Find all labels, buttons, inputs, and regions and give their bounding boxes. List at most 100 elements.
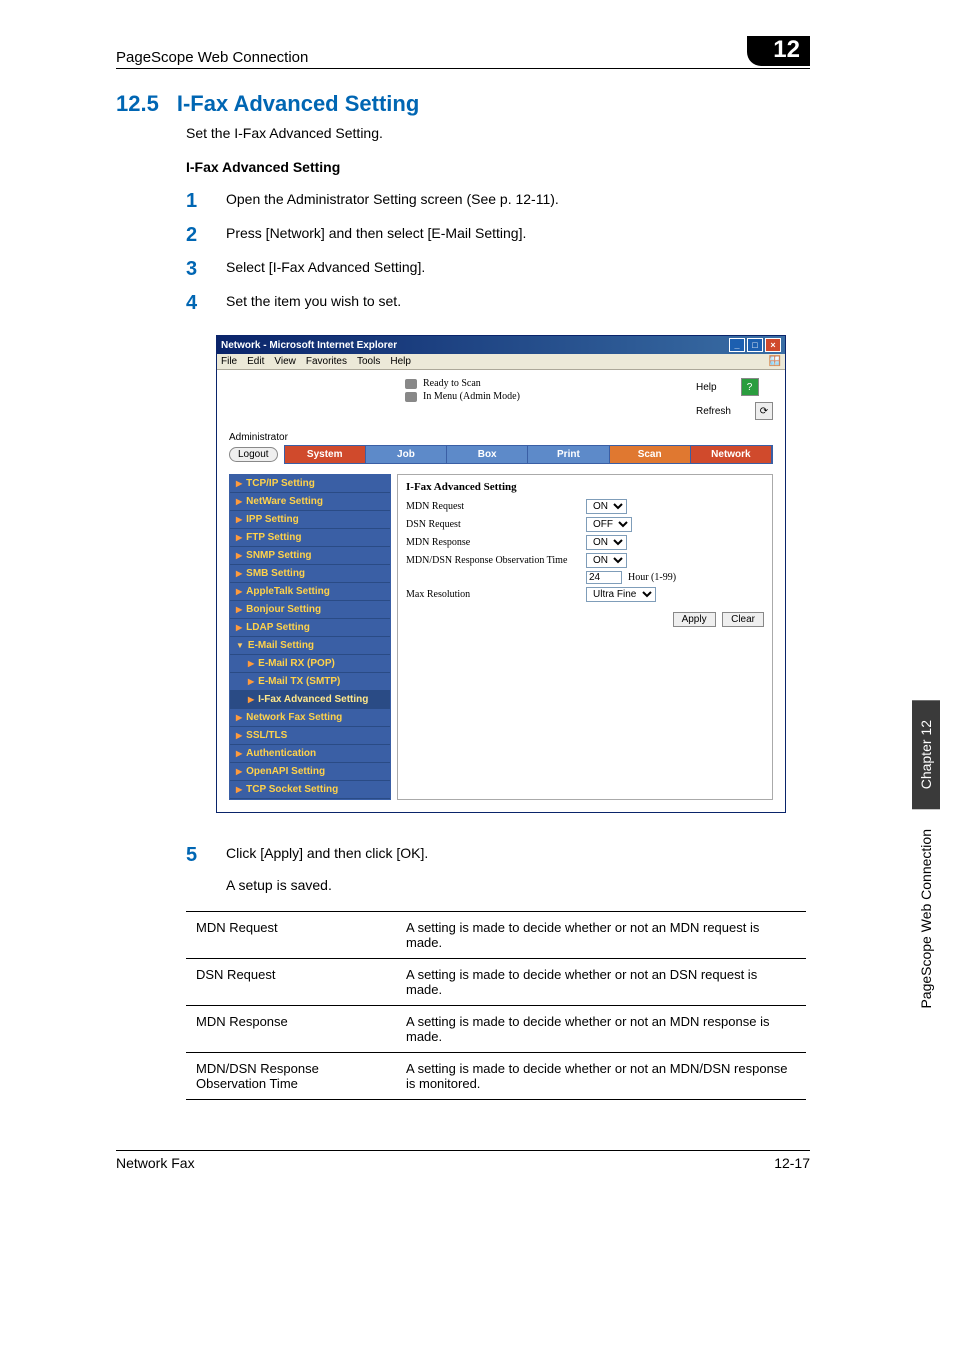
sidemenu-ftp[interactable]: ▶FTP Setting [230, 529, 390, 547]
page-footer: Network Fax 12-17 [116, 1150, 810, 1171]
section-heading: 12.5 I-Fax Advanced Setting [116, 91, 810, 117]
chapter-badge: 12 [747, 36, 810, 66]
sidemenu-ldap[interactable]: ▶LDAP Setting [230, 619, 390, 637]
max-res-label: Max Resolution [406, 589, 586, 600]
embedded-screenshot: Network - Microsoft Internet Explorer _ … [216, 335, 810, 813]
sidemenu-email[interactable]: ▼E-Mail Setting [230, 637, 390, 655]
help-icon[interactable]: ? [741, 378, 759, 396]
step-1: 1 Open the Administrator Setting screen … [186, 189, 810, 213]
status-mode: In Menu (Admin Mode) [405, 391, 520, 402]
sidemenu-networkfax[interactable]: ▶Network Fax Setting [230, 709, 390, 727]
help-label: Help [696, 382, 717, 393]
maximize-icon[interactable]: □ [747, 338, 763, 352]
obs-time-label: MDN/DSN Response Observation Time [406, 555, 586, 566]
menu-edit[interactable]: Edit [247, 356, 264, 367]
sidemenu-netware[interactable]: ▶NetWare Setting [230, 493, 390, 511]
step-number: 4 [186, 291, 226, 315]
sidemenu-tcpsocket[interactable]: ▶TCP Socket Setting [230, 781, 390, 799]
refresh-icon[interactable]: ⟳ [755, 402, 773, 420]
ie-flag-icon: 🪟 [769, 356, 781, 367]
form-heading: I-Fax Advanced Setting [406, 481, 764, 493]
table-row: MDN Request A setting is made to decide … [186, 912, 806, 959]
footer-right: 12-17 [774, 1155, 810, 1171]
mdn-response-select[interactable]: ON [586, 535, 627, 550]
clear-button[interactable]: Clear [722, 612, 764, 627]
running-head: PageScope Web Connection 12 [116, 36, 810, 69]
menu-tools[interactable]: Tools [357, 356, 380, 367]
tab-scan[interactable]: Scan [610, 446, 691, 463]
window-menubar: File Edit View Favorites Tools Help 🪟 [217, 354, 785, 370]
step-number: 5 [186, 843, 226, 867]
sidemenu-bonjour[interactable]: ▶Bonjour Setting [230, 601, 390, 619]
window-titlebar: Network - Microsoft Internet Explorer _ … [217, 336, 785, 354]
table-row: DSN Request A setting is made to decide … [186, 959, 806, 1006]
tab-job[interactable]: Job [366, 446, 447, 463]
dsn-request-label: DSN Request [406, 519, 586, 530]
setting-desc: A setting is made to decide whether or n… [396, 912, 806, 959]
setting-desc: A setting is made to decide whether or n… [396, 1006, 806, 1053]
printer-icon [405, 392, 417, 402]
step-2: 2 Press [Network] and then select [E-Mai… [186, 223, 810, 247]
tab-system[interactable]: System [285, 446, 366, 463]
footer-left: Network Fax [116, 1155, 195, 1171]
setting-name: MDN Request [186, 912, 396, 959]
printer-icon [405, 379, 417, 389]
tab-network[interactable]: Network [691, 446, 772, 463]
setting-name: MDN Response [186, 1006, 396, 1053]
section-number: 12.5 [116, 91, 159, 116]
sidemenu-email-tx[interactable]: ▶E-Mail TX (SMTP) [230, 673, 390, 691]
table-row: MDN Response A setting is made to decide… [186, 1006, 806, 1053]
setting-name: MDN/DSN Response Observation Time [186, 1053, 396, 1100]
section-title: I-Fax Advanced Setting [177, 91, 419, 116]
menu-view[interactable]: View [274, 356, 296, 367]
sidemenu-auth[interactable]: ▶Authentication [230, 745, 390, 763]
settings-table: MDN Request A setting is made to decide … [186, 911, 806, 1100]
menu-favorites[interactable]: Favorites [306, 356, 347, 367]
step-4: 4 Set the item you wish to set. [186, 291, 810, 315]
sidemenu-email-rx[interactable]: ▶E-Mail RX (POP) [230, 655, 390, 673]
sidemenu-tcpip[interactable]: ▶TCP/IP Setting [230, 475, 390, 493]
sidemenu-openapi[interactable]: ▶OpenAPI Setting [230, 763, 390, 781]
apply-button[interactable]: Apply [673, 612, 716, 627]
minimize-icon[interactable]: _ [729, 338, 745, 352]
tab-box[interactable]: Box [447, 446, 528, 463]
sub-heading: I-Fax Advanced Setting [186, 159, 810, 175]
sidemenu-ipp[interactable]: ▶IPP Setting [230, 511, 390, 529]
sidemenu-ifax-advanced[interactable]: ▶I-Fax Advanced Setting [230, 691, 390, 709]
step-5: 5 Click [Apply] and then click [OK]. [186, 843, 810, 867]
side-tab-title: PageScope Web Connection [912, 809, 940, 1029]
mdn-request-select[interactable]: ON [586, 499, 627, 514]
step-number: 3 [186, 257, 226, 281]
side-menu: ▶TCP/IP Setting ▶NetWare Setting ▶IPP Se… [229, 474, 391, 800]
sidemenu-smb[interactable]: ▶SMB Setting [230, 565, 390, 583]
logout-button[interactable]: Logout [229, 447, 278, 462]
close-icon[interactable]: × [765, 338, 781, 352]
step-3: 3 Select [I-Fax Advanced Setting]. [186, 257, 810, 281]
menu-help[interactable]: Help [390, 356, 411, 367]
obs-hour-unit: Hour (1-99) [628, 572, 676, 583]
status-ready: Ready to Scan [405, 378, 520, 389]
refresh-label: Refresh [696, 406, 731, 417]
menu-file[interactable]: File [221, 356, 237, 367]
step-5-sub: A setup is saved. [226, 877, 810, 893]
tab-print[interactable]: Print [528, 446, 609, 463]
setting-name: DSN Request [186, 959, 396, 1006]
step-text: Open the Administrator Setting screen (S… [226, 189, 559, 213]
admin-label: Administrator [229, 432, 779, 443]
intro-text: Set the I-Fax Advanced Setting. [186, 125, 810, 141]
step-number: 1 [186, 189, 226, 213]
step-text: Select [I-Fax Advanced Setting]. [226, 257, 425, 281]
dsn-request-select[interactable]: OFF [586, 517, 632, 532]
obs-time-select[interactable]: ON [586, 553, 627, 568]
max-res-select[interactable]: Ultra Fine [586, 587, 656, 602]
window-title: Network - Microsoft Internet Explorer [221, 340, 397, 351]
sidemenu-appletalk[interactable]: ▶AppleTalk Setting [230, 583, 390, 601]
running-head-title: PageScope Web Connection [116, 49, 308, 66]
sidemenu-ssltls[interactable]: ▶SSL/TLS [230, 727, 390, 745]
sidemenu-snmp[interactable]: ▶SNMP Setting [230, 547, 390, 565]
obs-hour-input[interactable] [586, 571, 622, 584]
table-row: MDN/DSN Response Observation Time A sett… [186, 1053, 806, 1100]
step-text: Set the item you wish to set. [226, 291, 401, 315]
side-thumb-tab: Chapter 12 PageScope Web Connection [912, 700, 940, 1029]
setting-desc: A setting is made to decide whether or n… [396, 959, 806, 1006]
